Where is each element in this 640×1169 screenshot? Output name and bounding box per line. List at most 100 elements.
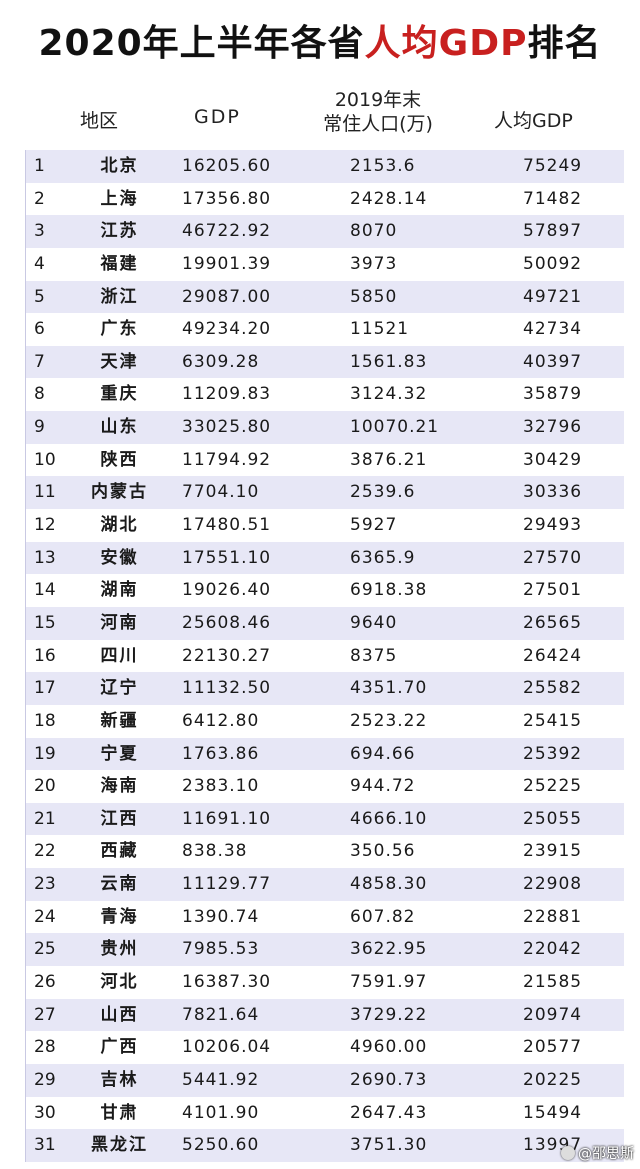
table-row: 7 天津 6309.28 1561.83 40397 <box>26 345 624 379</box>
table-row: 14 湖南 19026.40 6918.38 27501 <box>26 574 624 607</box>
gdp-cell: 19026.40 <box>182 580 272 601</box>
watermark: @邵思斯 <box>561 1143 634 1163</box>
population-cell: 6365.9 <box>350 547 416 568</box>
per-capita-cell: 22881 <box>523 906 583 927</box>
population-cell: 2428.14 <box>350 188 428 209</box>
per-capita-cell: 32796 <box>523 417 583 438</box>
gdp-cell: 2383.10 <box>182 776 260 797</box>
table-row: 11 内蒙古 7704.10 2539.6 30336 <box>26 476 624 510</box>
per-capita-cell: 25392 <box>523 743 583 764</box>
rank-cell: 8 <box>34 384 45 405</box>
per-capita-cell: 71482 <box>523 188 583 209</box>
page-title: 2020年上半年各省人均GDP排名 <box>0 14 640 66</box>
per-capita-cell: 75249 <box>523 156 583 176</box>
rank-cell: 25 <box>34 939 56 960</box>
gdp-cell: 16387.30 <box>182 972 272 993</box>
per-capita-cell: 35879 <box>523 384 583 405</box>
per-capita-cell: 27501 <box>523 580 583 601</box>
header-region: 地区 <box>80 110 119 132</box>
region-cell: 上海 <box>100 188 139 209</box>
region-cell: 吉林 <box>100 1069 139 1090</box>
population-cell: 350.56 <box>350 841 416 862</box>
rank-cell: 2 <box>34 188 45 209</box>
table-row: 24 青海 1390.74 607.82 22881 <box>26 900 624 934</box>
population-cell: 9640 <box>350 612 398 633</box>
region-cell: 重庆 <box>100 384 139 405</box>
table-row: 2 上海 17356.80 2428.14 71482 <box>26 182 624 216</box>
per-capita-cell: 25415 <box>523 710 583 731</box>
population-cell: 3729.22 <box>350 1004 428 1025</box>
ranking-table: 1 北京 16205.60 2153.6 75249 2 上海 17356.80 2428.14… <box>25 150 624 1162</box>
gdp-cell: 19901.39 <box>182 253 272 274</box>
region-cell: 四川 <box>100 645 139 666</box>
rank-cell: 22 <box>34 841 56 862</box>
rank-cell: 26 <box>34 972 56 993</box>
rank-cell: 27 <box>34 1004 56 1025</box>
table-row: 28 广西 10206.04 4960.00 20577 <box>26 1031 624 1064</box>
region-cell: 江西 <box>100 808 139 829</box>
per-capita-cell: 25582 <box>523 678 583 699</box>
region-cell: 青海 <box>100 906 139 927</box>
header-population-line1: 2019年末 <box>334 89 422 111</box>
region-cell: 黑龙江 <box>91 1135 148 1156</box>
table-row: 16 四川 22130.27 8375 26424 <box>26 639 624 673</box>
gdp-cell: 7985.53 <box>182 939 260 960</box>
region-cell: 北京 <box>100 156 139 176</box>
gdp-cell: 11691.10 <box>182 808 272 829</box>
rank-cell: 1 <box>34 156 45 176</box>
rank-cell: 12 <box>34 515 56 536</box>
table-row: 30 甘肃 4101.90 2647.43 15494 <box>26 1096 624 1130</box>
population-cell: 3751.30 <box>350 1135 428 1156</box>
population-cell: 2539.6 <box>350 482 416 503</box>
gdp-cell: 1763.86 <box>182 743 260 764</box>
region-cell: 宁夏 <box>100 743 139 764</box>
per-capita-cell: 23915 <box>523 841 583 862</box>
gdp-cell: 17480.51 <box>182 515 272 536</box>
per-capita-cell: 57897 <box>523 221 583 242</box>
table-row: 26 河北 16387.30 7591.97 21585 <box>26 966 624 999</box>
table-row: 13 安徽 17551.10 6365.9 27570 <box>26 541 624 575</box>
table-header: 地区 GDP 2019年末 常住人口(万) 人均GDP <box>0 88 640 142</box>
per-capita-cell: 26565 <box>523 612 583 633</box>
per-capita-cell: 26424 <box>523 645 583 666</box>
region-cell: 湖北 <box>100 515 139 536</box>
region-cell: 广东 <box>100 319 139 340</box>
table-row: 17 辽宁 11132.50 4351.70 25582 <box>26 672 624 705</box>
population-cell: 4960.00 <box>350 1037 428 1058</box>
gdp-cell: 7704.10 <box>182 482 260 503</box>
rank-cell: 18 <box>34 710 56 731</box>
population-cell: 2647.43 <box>350 1102 428 1123</box>
table-row: 3 江苏 46722.92 8070 57897 <box>26 215 624 248</box>
header-population-line2: 常住人口(万) <box>323 113 433 135</box>
rank-cell: 30 <box>34 1102 56 1123</box>
region-cell: 安徽 <box>100 547 139 568</box>
table-row: 20 海南 2383.10 944.72 25225 <box>26 770 624 803</box>
population-cell: 1561.83 <box>350 351 428 372</box>
population-cell: 6918.38 <box>350 580 428 601</box>
population-cell: 944.72 <box>350 776 416 797</box>
rank-cell: 5 <box>34 286 45 307</box>
table-row: 29 吉林 5441.92 2690.73 20225 <box>26 1063 624 1097</box>
per-capita-cell: 21585 <box>523 972 583 993</box>
region-cell: 内蒙古 <box>91 482 148 503</box>
gdp-cell: 16205.60 <box>182 156 272 176</box>
region-cell: 辽宁 <box>100 678 139 699</box>
rank-cell: 20 <box>34 776 56 797</box>
population-cell: 3124.32 <box>350 384 428 405</box>
table-row: 15 河南 25608.46 9640 26565 <box>26 606 624 640</box>
per-capita-cell: 25225 <box>523 776 583 797</box>
header-gdp: GDP <box>194 106 241 128</box>
region-cell: 贵州 <box>100 939 139 960</box>
population-cell: 2690.73 <box>350 1069 428 1090</box>
rank-cell: 14 <box>34 580 56 601</box>
per-capita-cell: 22908 <box>523 874 583 895</box>
gdp-cell: 5441.92 <box>182 1069 260 1090</box>
gdp-cell: 46722.92 <box>182 221 272 242</box>
rank-cell: 15 <box>34 612 56 633</box>
table-row: 27 山西 7821.64 3729.22 20974 <box>26 998 624 1032</box>
rank-cell: 21 <box>34 808 56 829</box>
per-capita-cell: 20225 <box>523 1069 583 1090</box>
table-row: 9 山东 33025.80 10070.21 32796 <box>26 411 624 444</box>
rank-cell: 10 <box>34 449 56 470</box>
table-row: 25 贵州 7985.53 3622.95 22042 <box>26 933 624 967</box>
